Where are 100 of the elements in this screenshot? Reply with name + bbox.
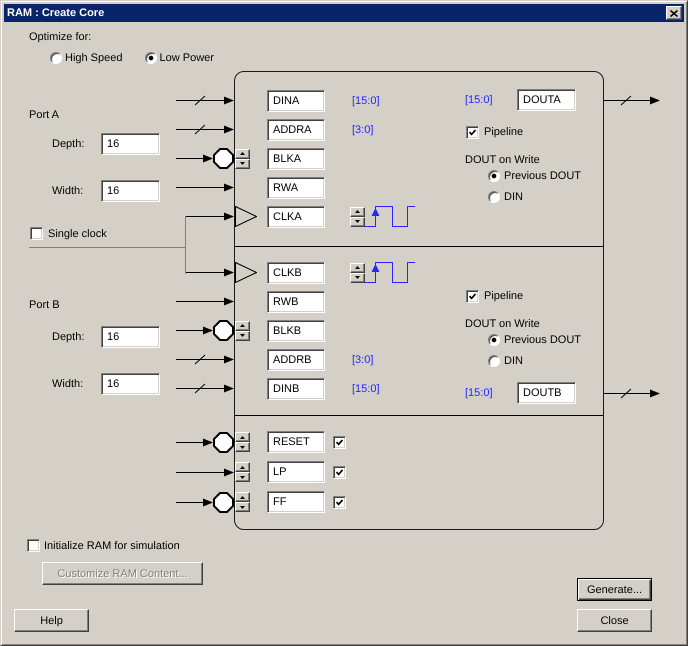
range-label: [15:0] — [465, 386, 494, 400]
radio-label: Previous DOUT — [504, 333, 582, 347]
caret-up-icon — [355, 210, 360, 213]
clock-triangle-icon — [235, 262, 257, 283]
width-label: Width: — [52, 184, 84, 198]
pipeline-checkbox[interactable] — [466, 126, 479, 138]
port-label: Port A — [29, 108, 60, 122]
radio-label: Low Power — [160, 51, 214, 65]
caret-up-icon — [355, 266, 360, 269]
spin-up-button[interactable] — [235, 462, 250, 472]
spin-up-button[interactable] — [350, 262, 365, 272]
enable-checkbox[interactable] — [333, 436, 346, 448]
port-name-field[interactable]: LP — [267, 461, 325, 483]
port-name-field[interactable]: DINA — [267, 90, 325, 112]
radio-button[interactable] — [488, 334, 500, 346]
input-arrow — [176, 296, 234, 307]
spin-down-button[interactable] — [235, 502, 250, 512]
input-arrow — [176, 182, 234, 193]
port-name-field[interactable]: RWA — [267, 176, 325, 198]
caret-up-icon — [240, 466, 245, 468]
width-field[interactable]: 16 — [101, 180, 160, 202]
caret-up-icon — [240, 324, 245, 327]
caret-up-icon — [240, 436, 245, 438]
port-label: Port B — [29, 298, 61, 312]
close-button[interactable] — [666, 6, 682, 20]
help-button[interactable]: Help — [14, 609, 89, 632]
enable-checkbox[interactable] — [333, 496, 346, 508]
range-label: [3:0] — [352, 352, 374, 366]
port-name-field[interactable]: DINB — [267, 378, 325, 400]
caret-down-icon — [240, 334, 245, 337]
range-label: [3:0] — [352, 122, 374, 136]
output-arrow — [604, 388, 660, 398]
bus-arrow — [176, 354, 234, 365]
checkmark-icon — [336, 438, 343, 446]
depth-field[interactable]: 16 — [101, 133, 160, 155]
pipeline-checkbox[interactable] — [466, 290, 479, 302]
caret-down-icon — [240, 162, 245, 165]
spin-up-button[interactable] — [235, 148, 250, 158]
spin-down-button[interactable] — [350, 272, 365, 282]
port-name-field[interactable]: FF — [267, 491, 325, 513]
radio-label: DIN — [504, 354, 523, 368]
port-name-field[interactable]: DOUTB — [517, 382, 576, 404]
checkbox-label: Pipeline — [484, 289, 524, 303]
caret-down-icon — [240, 476, 245, 478]
bus-arrow — [176, 124, 234, 135]
optimize-label: Optimize for: — [29, 30, 92, 44]
spin-down-button[interactable] — [235, 442, 250, 452]
spin-up-button[interactable] — [235, 320, 250, 330]
radio-button[interactable] — [144, 52, 156, 64]
single-clock-checkbox[interactable] — [30, 227, 43, 240]
radio-label: DIN — [504, 190, 523, 204]
caret-down-icon — [240, 446, 245, 448]
caret-down-icon — [240, 506, 245, 508]
spin-down-button[interactable] — [235, 472, 250, 482]
checkmark-icon — [469, 128, 476, 136]
radio-label: High Speed — [65, 51, 122, 65]
inverter-bubble-icon — [213, 320, 234, 341]
spin-up-button[interactable] — [350, 206, 365, 216]
port-name-field[interactable]: ADDRA — [267, 118, 325, 140]
inverter-bubble-icon — [213, 148, 234, 169]
caret-up-icon — [240, 152, 245, 155]
port-name-field[interactable]: DOUTA — [517, 89, 576, 111]
radio-button[interactable] — [488, 355, 500, 367]
spin-up-button[interactable] — [235, 432, 250, 442]
port-name-field[interactable]: BLKA — [267, 148, 325, 170]
radio-button[interactable] — [50, 52, 62, 64]
depth-label: Depth: — [52, 137, 86, 151]
port-name-field[interactable]: BLKB — [267, 320, 325, 342]
width-label: Width: — [52, 377, 84, 391]
depth-field[interactable]: 16 — [101, 326, 160, 348]
radio-button[interactable] — [488, 191, 500, 203]
enable-checkbox[interactable] — [333, 466, 346, 478]
input-arrow — [185, 211, 234, 222]
bus-arrow — [176, 95, 234, 106]
checkmark-icon — [336, 498, 343, 506]
output-arrow — [604, 94, 660, 106]
input-arrow — [185, 267, 234, 278]
checkmark-icon — [469, 292, 476, 300]
width-field[interactable]: 16 — [101, 373, 160, 395]
spin-up-button[interactable] — [235, 492, 250, 502]
checkbox-label: Initialize RAM for simulation — [44, 538, 180, 552]
dialog-button[interactable]: Generate... — [577, 578, 652, 601]
caret-down-icon — [355, 220, 360, 223]
checkbox-label: Pipeline — [484, 125, 524, 139]
group-label: DOUT on Write — [465, 317, 541, 331]
group-label: DOUT on Write — [465, 153, 541, 167]
port-name-field[interactable]: CLKA — [267, 206, 325, 228]
inverter-bubble-icon — [213, 492, 234, 512]
port-name-field[interactable]: RESET — [267, 431, 325, 453]
dialog-button[interactable]: Close — [577, 609, 652, 632]
spin-down-button[interactable] — [350, 216, 365, 226]
radio-button[interactable] — [488, 170, 500, 182]
port-name-field[interactable]: CLKB — [267, 262, 325, 284]
range-label: [15:0] — [465, 93, 494, 107]
window-title: RAM : Create Core — [6, 6, 104, 20]
port-name-field[interactable]: ADDRB — [267, 348, 325, 370]
spin-down-button[interactable] — [235, 158, 250, 168]
port-name-field[interactable]: RWB — [267, 290, 325, 312]
spin-down-button[interactable] — [235, 330, 250, 340]
initialize-checkbox[interactable] — [27, 539, 40, 552]
